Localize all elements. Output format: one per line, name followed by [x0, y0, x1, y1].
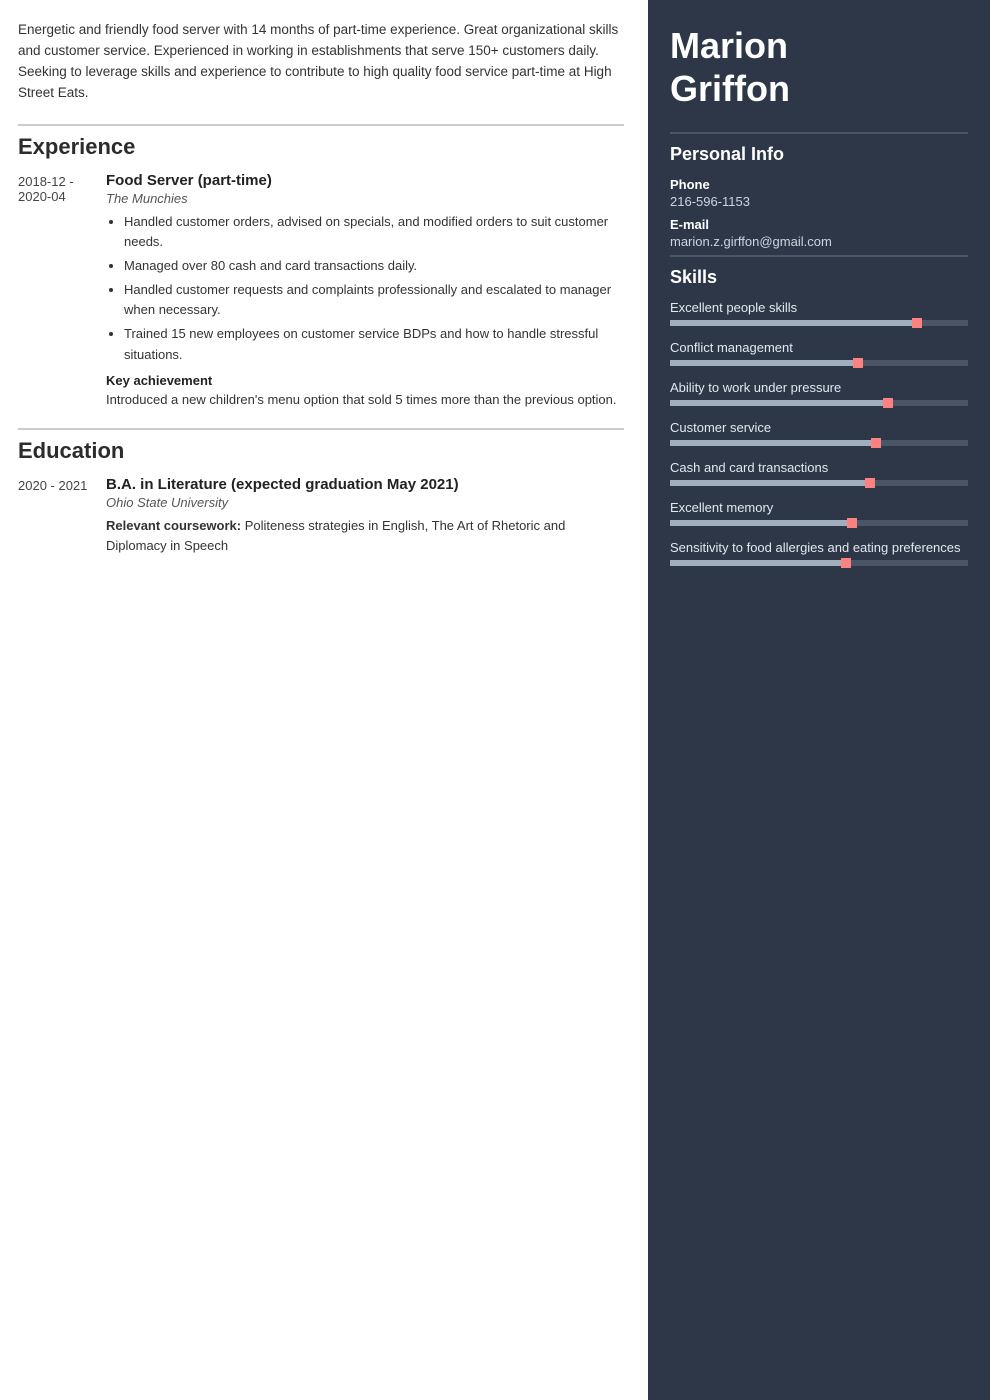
skill-bar-bg — [670, 360, 968, 366]
skill-bar-dot — [912, 318, 922, 328]
edu-content: B.A. in Literature (expected graduation … — [106, 476, 624, 556]
experience-entries: 2018-12 - 2020-04Food Server (part-time)… — [18, 172, 624, 410]
skill-bar-dot — [841, 558, 851, 568]
entry-company: The Munchies — [106, 191, 624, 206]
phone-value: 216-596-1153 — [670, 194, 968, 209]
skill-bar-bg — [670, 520, 968, 526]
bullet-item: Handled customer requests and complaints… — [124, 280, 624, 320]
skill-item: Customer service — [670, 420, 968, 446]
skill-bar-bg — [670, 480, 968, 486]
skill-bar-dot — [883, 398, 893, 408]
edu-coursework: Relevant coursework: Politeness strategi… — [106, 516, 624, 556]
experience-entry: 2018-12 - 2020-04Food Server (part-time)… — [18, 172, 624, 410]
skill-name: Cash and card transactions — [670, 460, 968, 475]
entry-bullets: Handled customer orders, advised on spec… — [106, 212, 624, 365]
edu-date: 2020 - 2021 — [18, 476, 106, 556]
skill-name: Excellent memory — [670, 500, 968, 515]
skill-bar-dot — [853, 358, 863, 368]
entry-content: Food Server (part-time) The Munchies Handl… — [106, 172, 624, 410]
skill-bar-fill — [670, 560, 843, 566]
skill-item: Sensitivity to food allergies and eating… — [670, 540, 968, 566]
skill-item: Excellent memory — [670, 500, 968, 526]
bullet-item: Managed over 80 cash and card transactio… — [124, 256, 624, 276]
email-label: E-mail — [670, 217, 968, 232]
entry-date: 2018-12 - 2020-04 — [18, 172, 106, 410]
skill-name: Sensitivity to food allergies and eating… — [670, 540, 968, 555]
skill-bar-fill — [670, 320, 914, 326]
skill-bar-dot — [865, 478, 875, 488]
education-entry: 2020 - 2021B.A. in Literature (expected … — [18, 476, 624, 556]
skills-list: Excellent people skills Conflict manageme… — [670, 300, 968, 566]
skill-bar-dot — [871, 438, 881, 448]
bullet-item: Handled customer orders, advised on spec… — [124, 212, 624, 252]
skill-item: Conflict management — [670, 340, 968, 366]
skill-name: Ability to work under pressure — [670, 380, 968, 395]
skill-name: Customer service — [670, 420, 968, 435]
email-value: marion.z.girffon@gmail.com — [670, 234, 968, 249]
skill-bar-bg — [670, 560, 968, 566]
skill-bar-fill — [670, 440, 873, 446]
skill-item: Excellent people skills — [670, 300, 968, 326]
edu-institution: Ohio State University — [106, 495, 624, 510]
entry-job-title: Food Server (part-time) — [106, 172, 624, 189]
experience-section-title: Experience — [18, 124, 624, 160]
left-panel: Energetic and friendly food server with … — [0, 0, 648, 1400]
skill-bar-fill — [670, 520, 849, 526]
skill-name: Excellent people skills — [670, 300, 968, 315]
skill-bar-dot — [847, 518, 857, 528]
phone-label: Phone — [670, 177, 968, 192]
key-achievement-label: Key achievement — [106, 373, 624, 388]
skill-bar-fill — [670, 400, 885, 406]
edu-title: B.A. in Literature (expected graduation … — [106, 476, 624, 493]
skill-bar-bg — [670, 400, 968, 406]
skill-bar-fill — [670, 360, 855, 366]
skill-bar-bg — [670, 440, 968, 446]
candidate-name: Marion Griffon — [670, 24, 968, 110]
education-entries: 2020 - 2021B.A. in Literature (expected … — [18, 476, 624, 556]
key-achievement-text: Introduced a new children's menu option … — [106, 390, 624, 410]
education-section-title: Education — [18, 428, 624, 464]
skill-name: Conflict management — [670, 340, 968, 355]
personal-info-title: Personal Info — [670, 132, 968, 165]
skill-item: Cash and card transactions — [670, 460, 968, 486]
skills-title: Skills — [670, 255, 968, 288]
skill-bar-bg — [670, 320, 968, 326]
summary-text: Energetic and friendly food server with … — [18, 20, 624, 104]
skill-bar-fill — [670, 480, 867, 486]
right-panel: Marion Griffon Personal Info Phone 216-5… — [648, 0, 990, 1400]
skill-item: Ability to work under pressure — [670, 380, 968, 406]
bullet-item: Trained 15 new employees on customer ser… — [124, 324, 624, 364]
